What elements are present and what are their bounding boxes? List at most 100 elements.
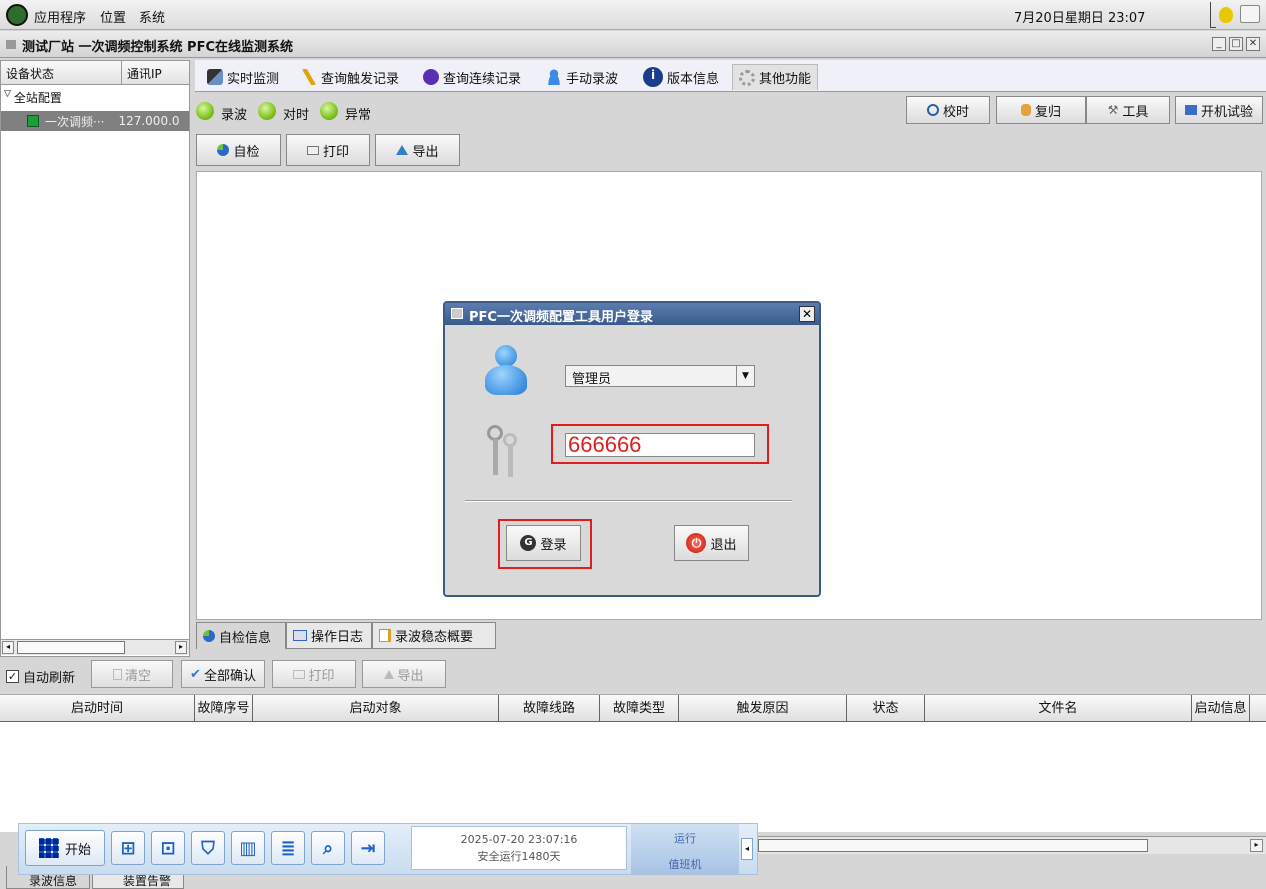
exit-button[interactable]: ⏻ 退出 <box>674 525 749 561</box>
tree-root[interactable]: ▽ 全站配置 <box>4 89 62 106</box>
scroll-right-icon[interactable]: ▸ <box>175 641 187 654</box>
tab-label: 其他功能 <box>759 72 812 87</box>
checkbox-icon[interactable]: ✓ <box>6 670 19 683</box>
log-table-header: 启动时间 故障序号 启动对象 故障线路 故障类型 触发原因 状态 文件名 启动信… <box>0 694 1266 722</box>
tab-recording-summary[interactable]: 录波稳态概要 <box>372 622 496 649</box>
login-dialog: PFC一次调频配置工具用户登录 ✕ 管理员 ▼ 666666 G 登录 ⏻ 退出 <box>443 301 821 597</box>
display-icon[interactable]: ⊡ <box>151 831 185 865</box>
database-icon[interactable]: ≣ <box>271 831 305 865</box>
shield-icon[interactable]: ⛉ <box>191 831 225 865</box>
col-start-info[interactable]: 启动信息 <box>1192 695 1250 722</box>
button-label: 退出 <box>710 537 737 553</box>
log-print-button[interactable]: 打印 <box>272 660 356 688</box>
tab-version-info[interactable]: i 版本信息 <box>637 64 725 90</box>
system-top-bar: 应用程序 位置 系统 7月20日星期日 23:07 <box>0 0 1266 30</box>
taskbar-collapse-button[interactable]: ◂ <box>741 838 753 860</box>
start-button[interactable]: 开始 <box>25 830 105 866</box>
clear-button[interactable]: 清空 <box>91 660 173 688</box>
menu-system[interactable]: 系统 <box>139 7 165 26</box>
tab-label: 录波稳态概要 <box>395 630 474 645</box>
maximize-button[interactable]: □ <box>1229 37 1243 51</box>
search-doc-icon[interactable]: ⌕ <box>311 831 345 865</box>
tray-shield-icon[interactable] <box>1219 7 1233 23</box>
col-file-name[interactable]: 文件名 <box>925 695 1192 722</box>
password-input[interactable]: 666666 <box>565 433 755 457</box>
log-icon <box>293 630 307 641</box>
login-button[interactable]: G 登录 <box>506 525 581 561</box>
close-window-button[interactable]: ✕ <box>1246 37 1260 51</box>
dialog-icon <box>451 308 463 319</box>
bar-chart-icon[interactable]: ▥ <box>231 831 265 865</box>
tab-label: 查询触发记录 <box>321 71 400 87</box>
printer-icon <box>306 145 319 155</box>
export-icon <box>396 145 409 155</box>
tab-trigger-records[interactable]: 查询触发记录 <box>295 64 405 90</box>
tree-root-label: 全站配置 <box>13 91 62 105</box>
button-label: 清空 <box>124 668 151 684</box>
table-hscrollbar[interactable]: ▸ <box>758 836 1266 854</box>
keyboard-icon[interactable] <box>1240 5 1260 23</box>
tree-item-ip: 127.000.0 <box>118 114 180 128</box>
tab-realtime-monitor[interactable]: 实时监测 <box>201 64 285 90</box>
network-icon[interactable]: ⊞ <box>111 831 145 865</box>
col-header-device-status[interactable]: 设备状态 <box>1 61 122 85</box>
col-start-time[interactable]: 启动时间 <box>0 695 195 722</box>
print-button[interactable]: 打印 <box>286 134 370 166</box>
col-fault-line[interactable]: 故障线路 <box>499 695 600 722</box>
tab-continuous-records[interactable]: 查询连续记录 <box>417 64 527 90</box>
col-trigger-reason[interactable]: 触发原因 <box>679 695 847 722</box>
main-tab-bar: 实时监测 查询触发记录 查询连续记录 手动录波 i 版本信息 其他功能 <box>195 60 1266 92</box>
time-sync-button[interactable]: 校时 <box>906 96 990 124</box>
scroll-thumb[interactable] <box>758 839 1148 852</box>
logout-icon[interactable]: ⇥ <box>351 831 385 865</box>
tools-button[interactable]: ⚒ 工具 <box>1086 96 1170 124</box>
left-hscrollbar[interactable]: ◂ ▸ <box>1 639 189 655</box>
tab-other-functions[interactable]: 其他功能 <box>732 64 819 90</box>
person-icon <box>546 69 562 85</box>
startup-test-button[interactable]: 开机试验 <box>1175 96 1263 124</box>
tab-manual-recording[interactable]: 手动录波 <box>540 64 624 90</box>
tree-expand-icon[interactable]: ▽ <box>4 89 11 106</box>
scroll-right-icon[interactable]: ▸ <box>1250 839 1263 852</box>
confirm-all-button[interactable]: ✔ 全部确认 <box>181 660 265 688</box>
tab-operation-log[interactable]: 操作日志 <box>286 622 372 649</box>
led-abnormal-icon <box>320 102 338 120</box>
tools-icon: ⚒ <box>1107 103 1119 117</box>
taskbar-uptime: 安全运行1480天 <box>477 850 561 863</box>
col-fault-type[interactable]: 故障类型 <box>600 695 679 722</box>
reset-button[interactable]: 复归 <box>996 96 1086 124</box>
menu-places[interactable]: 位置 <box>100 7 126 26</box>
minimize-button[interactable]: _ <box>1212 37 1226 51</box>
bottom-tab-bar: 自检信息 操作日志 录波稳态概要 <box>196 622 496 650</box>
self-check-button[interactable]: 自检 <box>196 134 281 166</box>
app-logo-icon[interactable] <box>6 4 28 26</box>
login-icon: G <box>520 535 537 551</box>
col-status[interactable]: 状态 <box>847 695 925 722</box>
button-label: 打印 <box>308 668 335 684</box>
tab-self-check-info[interactable]: 自检信息 <box>196 622 286 649</box>
chevron-down-icon[interactable]: ▼ <box>736 366 754 386</box>
clock[interactable]: 7月20日星期日 23:07 <box>1014 7 1145 26</box>
tab-label: 自检信息 <box>219 630 272 646</box>
col-fault-seq[interactable]: 故障序号 <box>195 695 253 722</box>
dialog-close-button[interactable]: ✕ <box>799 306 815 322</box>
col-start-object[interactable]: 启动对象 <box>253 695 499 722</box>
dialog-divider <box>465 500 792 502</box>
scroll-left-icon[interactable]: ◂ <box>2 641 14 654</box>
menu-applications[interactable]: 应用程序 <box>34 7 86 26</box>
auto-refresh-checkbox[interactable]: ✓ 自动刷新 <box>6 667 75 686</box>
scroll-thumb[interactable] <box>17 641 125 654</box>
user-select[interactable]: 管理员 ▼ <box>565 365 755 387</box>
dialog-title: PFC一次调频配置工具用户登录 <box>469 310 653 325</box>
col-header-comm-ip[interactable]: 通讯IP <box>122 61 190 85</box>
self-check-icon <box>203 630 215 642</box>
log-export-button[interactable]: 导出 <box>362 660 446 688</box>
info-icon: i <box>643 67 663 87</box>
tree-item-device[interactable]: 一次调频··· 127.000.0 <box>1 111 189 131</box>
tab-label: 操作日志 <box>311 630 364 645</box>
export-button[interactable]: 导出 <box>375 134 460 166</box>
status-row: 录波 对时 异常 校时 复归 ⚒ 工具 开机试验 <box>195 94 1266 128</box>
device-status-icon <box>27 115 39 127</box>
hand-icon <box>1020 104 1031 116</box>
taskbar-info-box: 2025-07-20 23:07:16 安全运行1480天 <box>411 826 627 870</box>
